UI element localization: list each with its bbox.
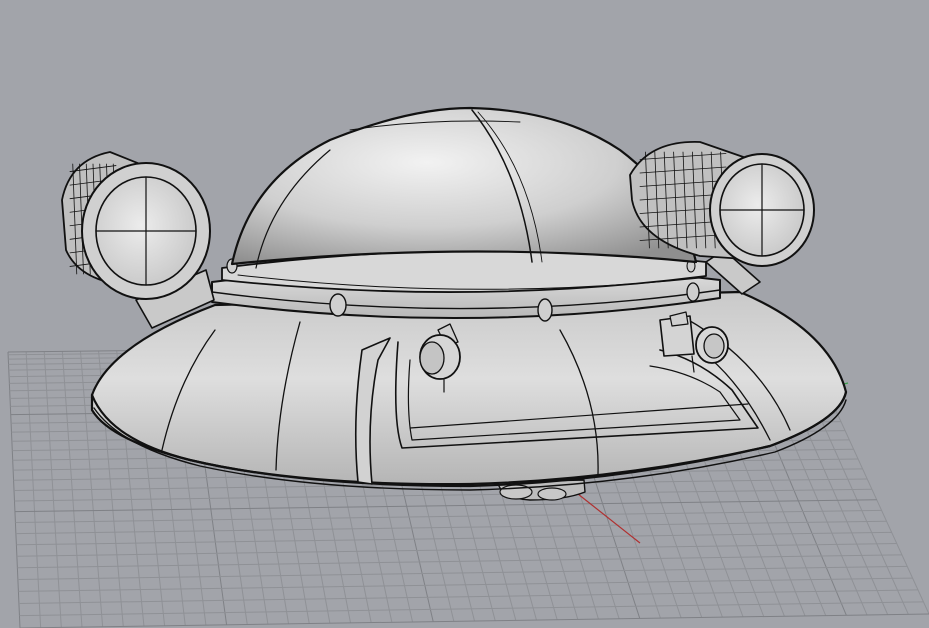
grid-line: [17, 565, 908, 581]
glass-dome: [230, 106, 698, 269]
grid-line: [18, 577, 913, 592]
3d-viewport[interactable]: [0, 0, 929, 628]
grid-line: [15, 520, 887, 535]
grid-line: [19, 613, 929, 628]
grid-line: [18, 589, 918, 604]
grid-line: [16, 543, 897, 557]
grid-line: [14, 499, 877, 513]
grid-line: [15, 509, 882, 524]
left-engine: [61, 151, 211, 300]
grid-line: [16, 531, 892, 546]
grid-line: [14, 488, 872, 502]
viewport-canvas[interactable]: [0, 0, 929, 628]
grid-line: [19, 601, 924, 617]
saucer-model[interactable]: [61, 106, 848, 501]
grid-line: [17, 554, 902, 569]
